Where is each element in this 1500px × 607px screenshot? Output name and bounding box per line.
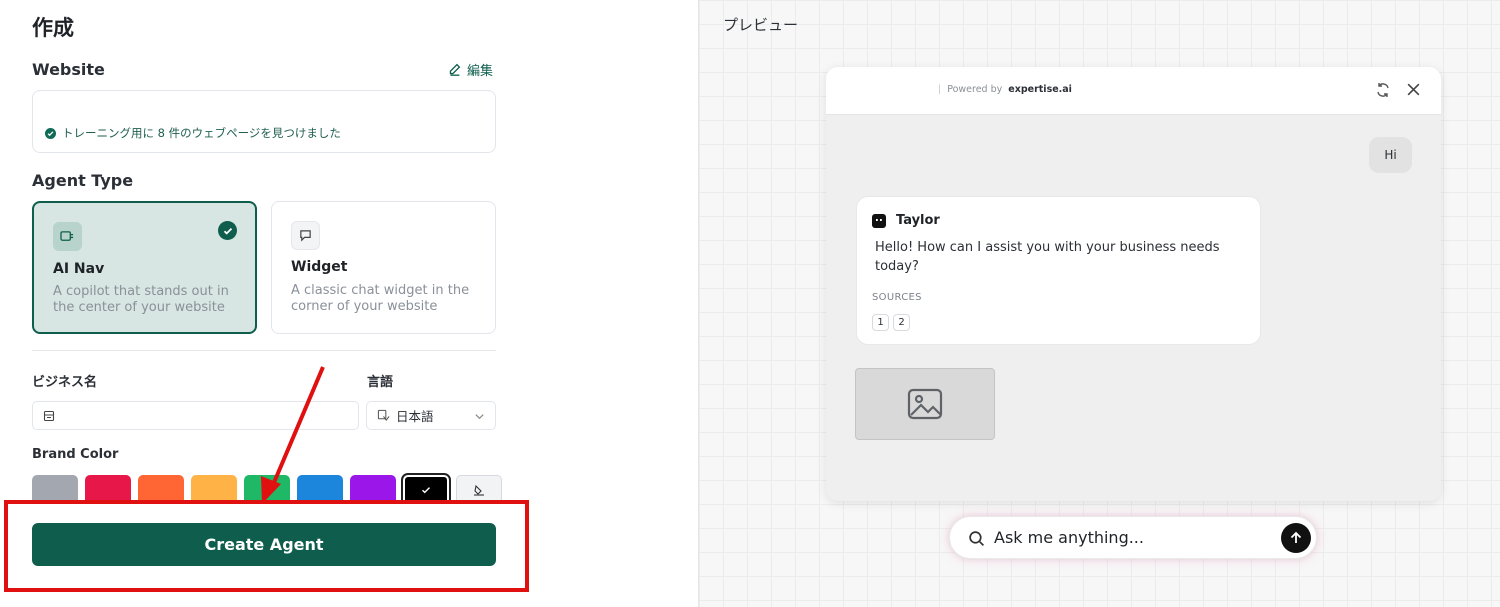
- sources-list: 1 2: [872, 314, 910, 331]
- page-title: 作成: [32, 16, 74, 40]
- agent-type-label: Agent Type: [32, 171, 134, 190]
- ai-nav-icon: [53, 222, 82, 251]
- refresh-icon[interactable]: [1375, 82, 1391, 98]
- powered-by: | Powered by expertise.ai: [938, 84, 1072, 95]
- language-select[interactable]: 日本語: [366, 401, 496, 430]
- create-agent-button[interactable]: Create Agent: [32, 523, 496, 566]
- card-description: A copilot that stands out in the center …: [53, 284, 229, 315]
- close-icon[interactable]: [1406, 82, 1421, 97]
- image-icon: [907, 388, 943, 420]
- search-icon: [969, 531, 985, 547]
- pencil-icon: [449, 63, 461, 76]
- training-status: トレーニング用に 8 件のウェブページを見つけました: [45, 125, 341, 141]
- check-circle-icon: [45, 127, 56, 139]
- ask-placeholder: Ask me anything...: [994, 528, 1144, 547]
- image-placeholder: [855, 368, 995, 440]
- selected-check-icon: [218, 221, 237, 240]
- divider: [32, 350, 496, 351]
- agent-type-ai-nav-card[interactable]: AI Nav A copilot that stands out in the …: [32, 201, 257, 334]
- bot-name: Taylor: [872, 213, 940, 228]
- edit-label: 編集: [467, 64, 494, 79]
- business-name-label: ビジネス名: [32, 375, 98, 390]
- website-label: Website: [32, 60, 105, 79]
- translate-icon: [377, 409, 390, 421]
- send-button[interactable]: [1281, 523, 1311, 553]
- preview-title: プレビュー: [723, 16, 799, 34]
- bot-avatar-icon: [872, 213, 886, 228]
- ask-input-bar[interactable]: Ask me anything...: [949, 516, 1317, 559]
- bot-message-card: Taylor Hello! How can I assist you with …: [856, 196, 1261, 345]
- card-description: A classic chat widget in the corner of y…: [291, 283, 470, 314]
- building-icon: [43, 410, 55, 421]
- business-name-input[interactable]: [32, 401, 359, 430]
- sources-label: SOURCES: [872, 292, 922, 303]
- create-panel: 作成 Website 編集 トレーニング用に 8 件のウェブページを見つけました…: [0, 0, 698, 607]
- card-title: AI Nav: [53, 261, 105, 277]
- powered-by-brand: expertise.ai: [1008, 84, 1072, 95]
- powered-by-text: Powered by: [947, 84, 1003, 95]
- user-message-bubble: Hi: [1369, 137, 1412, 173]
- source-chip[interactable]: 2: [893, 314, 910, 331]
- edit-website-link[interactable]: 編集: [448, 60, 493, 79]
- training-status-text: トレーニング用に 8 件のウェブページを見つけました: [62, 126, 341, 140]
- chevron-down-icon: [475, 414, 484, 420]
- paint-bucket-icon: [474, 484, 484, 496]
- language-label: 言語: [367, 375, 394, 390]
- website-field[interactable]: トレーニング用に 8 件のウェブページを見つけました: [32, 90, 496, 153]
- bot-message-text: Hello! How can I assist you with your bu…: [875, 240, 1220, 274]
- check-icon: [422, 487, 430, 494]
- card-title: Widget: [291, 259, 348, 275]
- arrow-up-icon: [1290, 531, 1302, 543]
- chat-bubble-icon: [291, 221, 320, 250]
- widget-header: | Powered by expertise.ai: [826, 67, 1441, 115]
- preview-panel: プレビュー | Powered by expertise.ai Hi Taylo…: [698, 0, 1500, 607]
- brand-color-label: Brand Color: [32, 447, 119, 462]
- chat-widget-preview: | Powered by expertise.ai Hi Taylor Hell…: [826, 67, 1441, 501]
- language-value: 日本語: [396, 409, 434, 424]
- bot-name-text: Taylor: [896, 213, 940, 228]
- source-chip[interactable]: 1: [872, 314, 889, 331]
- agent-type-widget-card[interactable]: Widget A classic chat widget in the corn…: [271, 201, 496, 334]
